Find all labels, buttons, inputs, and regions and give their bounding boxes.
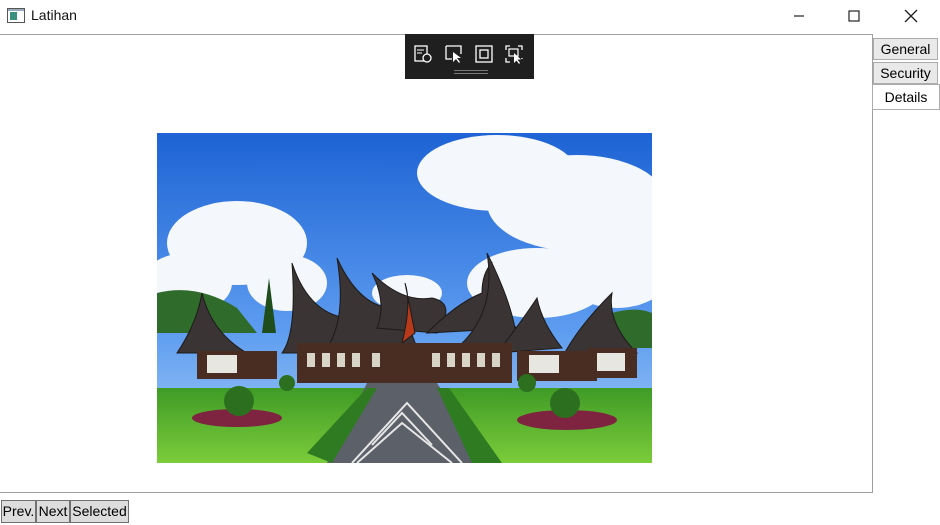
title-bar[interactable]: Latihan <box>0 0 940 32</box>
close-icon <box>904 9 918 23</box>
window-title: Latihan <box>31 7 77 23</box>
minimize-button[interactable] <box>776 0 822 32</box>
prev-button[interactable]: Prev. <box>1 500 36 523</box>
maximize-icon <box>848 10 860 22</box>
select-element-icon <box>445 45 462 63</box>
selected-button[interactable]: Selected <box>70 500 129 523</box>
display-layout-adorners-icon <box>475 45 493 63</box>
maximize-button[interactable] <box>831 0 877 32</box>
display-layout-adorners-button[interactable] <box>473 43 495 65</box>
track-focused-element-icon <box>505 45 523 64</box>
xaml-debug-toolbar <box>405 34 534 79</box>
window-app-icon <box>7 8 25 23</box>
close-button[interactable] <box>888 0 934 32</box>
tab-security[interactable]: Security <box>873 62 938 84</box>
minimize-icon <box>794 15 804 17</box>
tab-details[interactable]: Details <box>872 84 940 110</box>
main-photo <box>157 133 652 463</box>
tab-general[interactable]: General <box>873 38 938 60</box>
next-button[interactable]: Next <box>36 500 70 523</box>
toolbar-grip[interactable] <box>454 70 488 74</box>
live-visual-tree-button[interactable] <box>412 43 434 65</box>
select-element-button[interactable] <box>443 43 465 65</box>
track-focused-element-button[interactable] <box>503 43 525 65</box>
live-visual-tree-icon <box>414 45 432 63</box>
